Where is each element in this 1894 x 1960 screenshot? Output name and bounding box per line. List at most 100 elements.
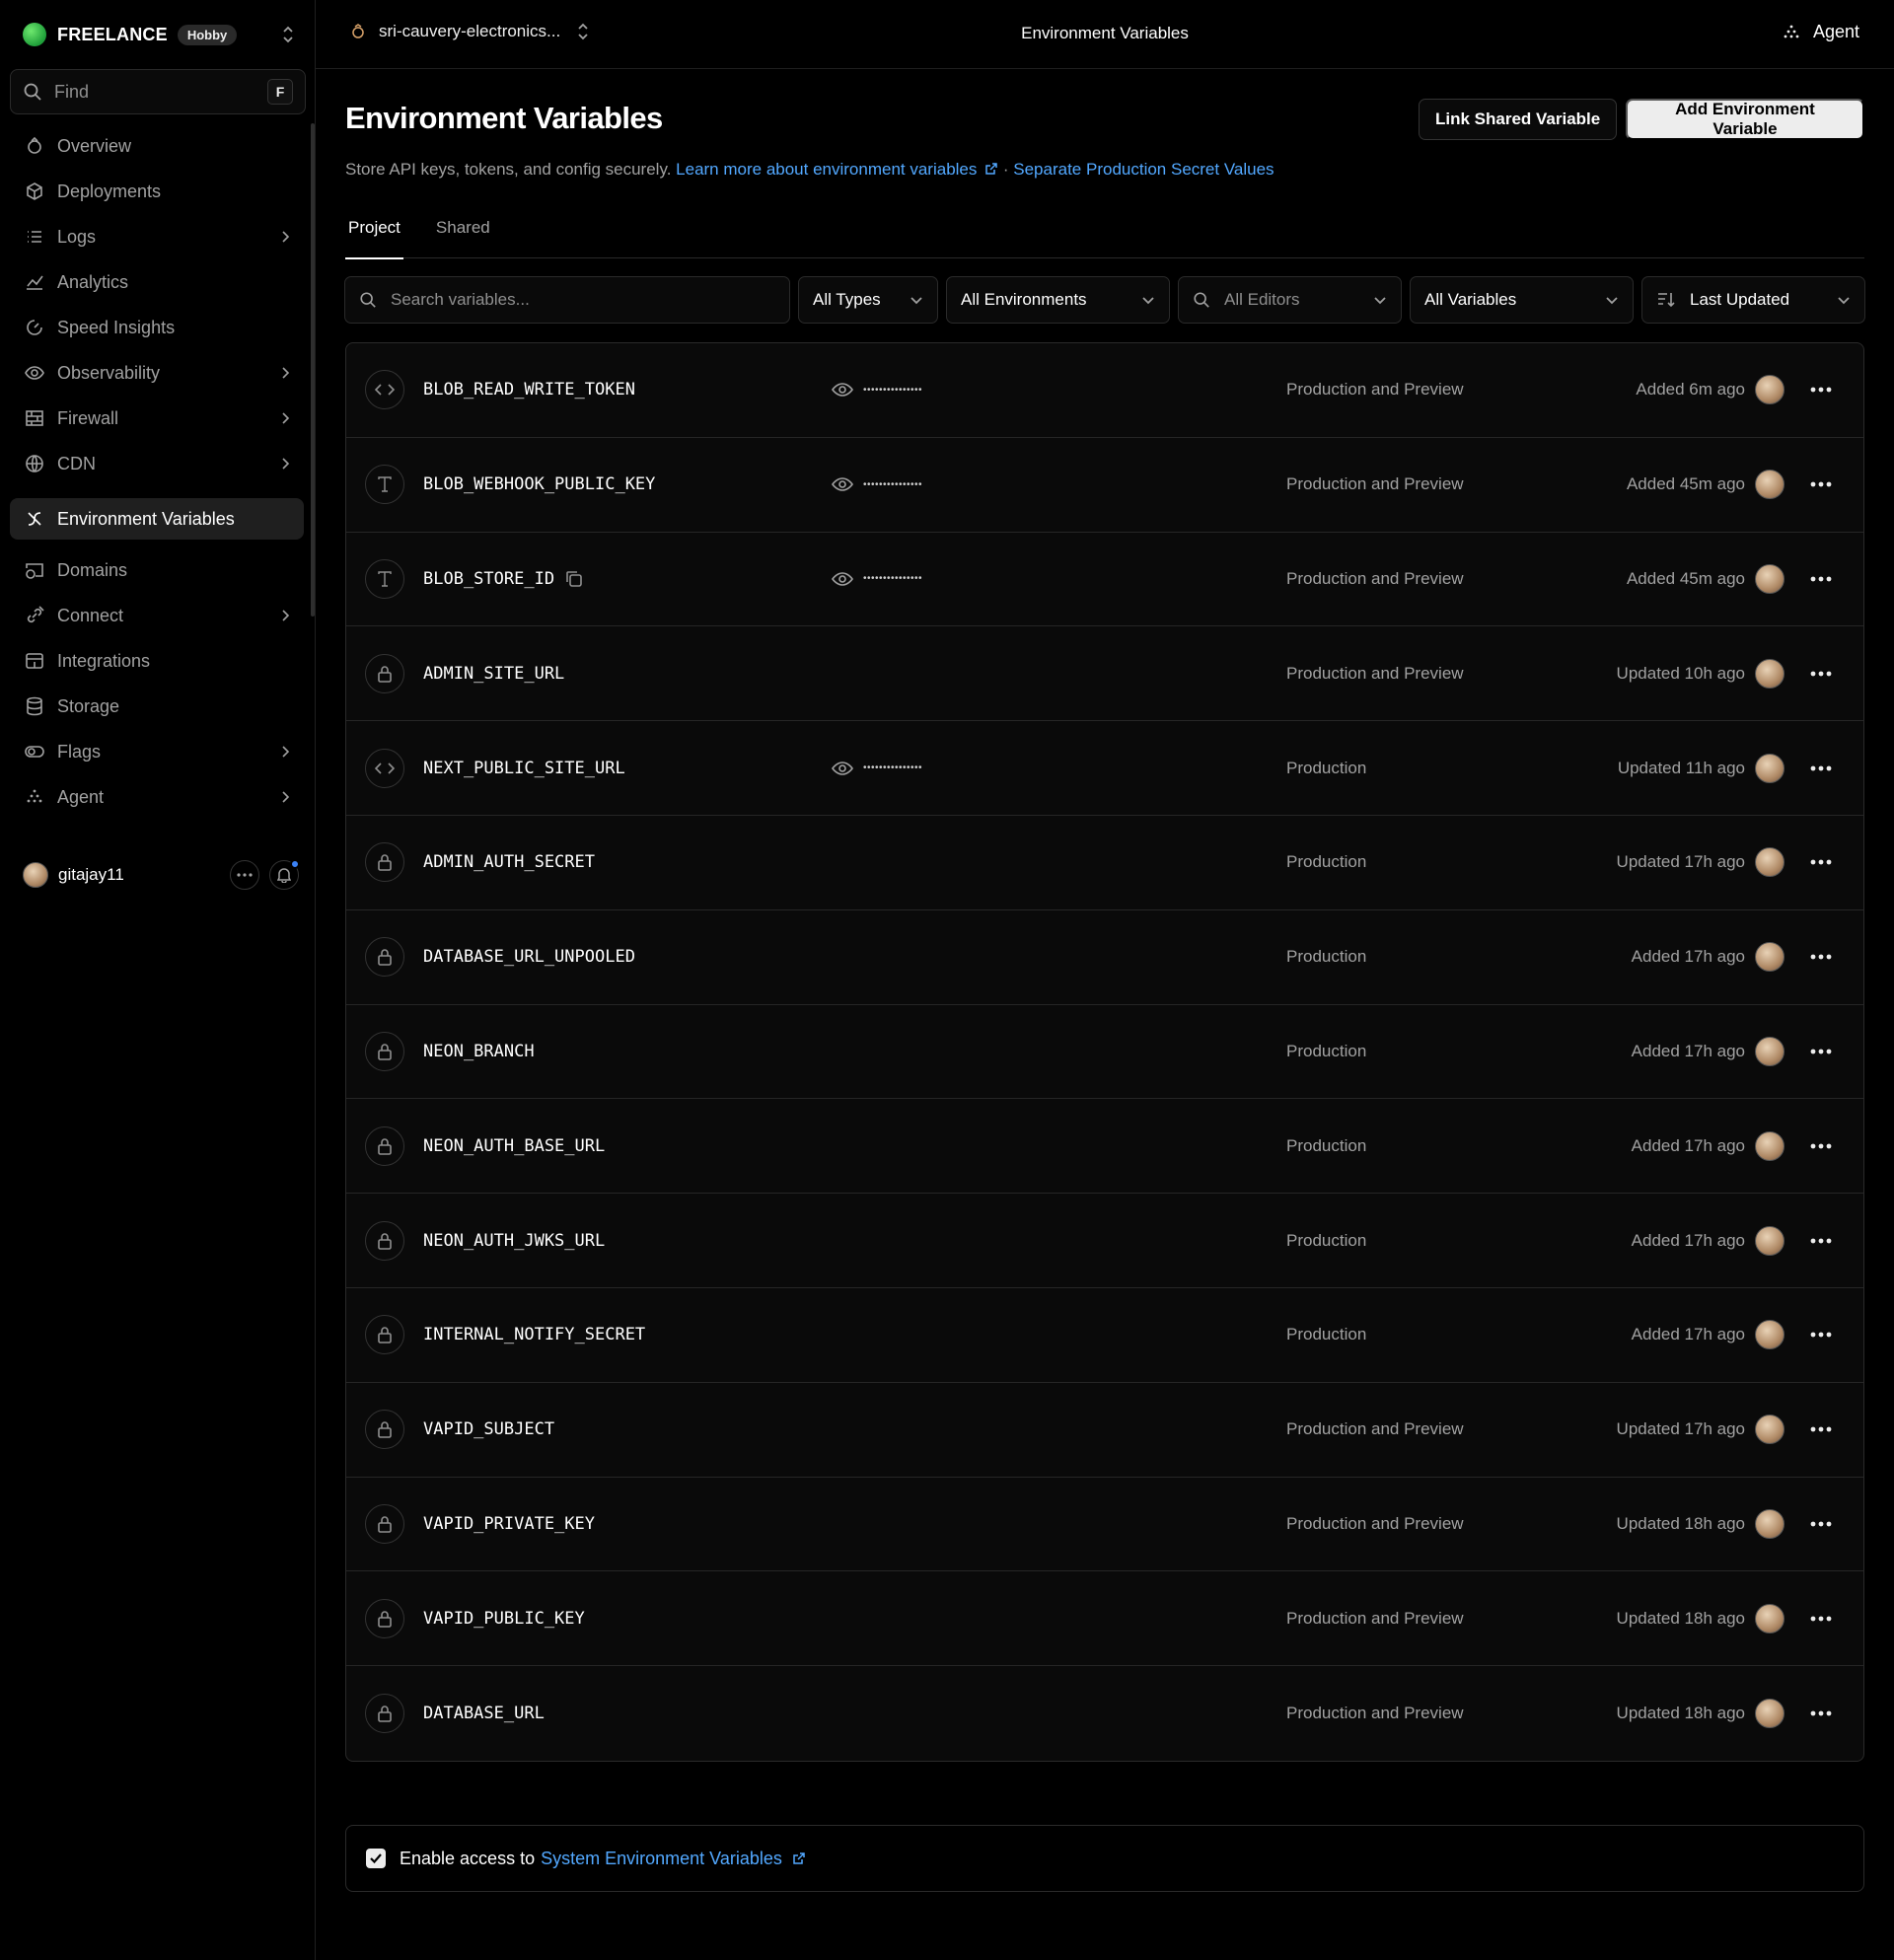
system-env-vars-link[interactable]: System Environment Variables [541, 1849, 806, 1869]
more-options-button[interactable] [1806, 659, 1836, 689]
env-var-row[interactable]: NEXT_PUBLIC_SITE_URL ••••••••••••••• Produ… [346, 721, 1863, 816]
sidebar-item-domains[interactable]: Domains [10, 549, 304, 591]
env-var-name[interactable]: DATABASE_URL [423, 1704, 545, 1723]
env-var-name[interactable]: ADMIN_SITE_URL [423, 664, 564, 684]
sidebar-item-overview[interactable]: Overview [10, 125, 304, 167]
env-var-row[interactable]: BLOB_WEBHOOK_PUBLIC_KEY ••••••••••••••• Pr… [346, 438, 1863, 533]
more-options-button[interactable] [1806, 1509, 1836, 1539]
eye-icon[interactable] [832, 382, 853, 398]
env-var-row[interactable]: DATABASE_URL Production and Preview Update… [346, 1666, 1863, 1761]
environments-select[interactable]: All Environments [946, 276, 1170, 324]
notifications-button[interactable] [269, 859, 300, 890]
tab-shared[interactable]: Shared [433, 197, 493, 258]
sidebar-item-speed-insights[interactable]: Speed Insights [10, 307, 304, 348]
env-var-row[interactable]: BLOB_READ_WRITE_TOKEN ••••••••••••••• Prod… [346, 343, 1863, 438]
editors-select[interactable]: All Editors [1178, 276, 1402, 324]
env-var-updated: Added 45m ago [1626, 474, 1745, 494]
env-var-name[interactable]: ADMIN_AUTH_SECRET [423, 852, 595, 872]
masked-value[interactable]: ••••••••••••••• [832, 382, 922, 398]
env-var-updated: Updated 11h ago [1617, 758, 1745, 777]
env-var-row[interactable]: ADMIN_SITE_URL Production and Preview Upda… [346, 626, 1863, 722]
more-options-button[interactable] [1806, 564, 1836, 594]
sidebar-item-cdn[interactable]: CDN [10, 443, 304, 484]
sidebar-item-agent[interactable]: Agent [10, 776, 304, 818]
masked-value[interactable]: ••••••••••••••• [832, 761, 922, 776]
env-var-name[interactable]: DATABASE_URL_UNPOOLED [423, 947, 635, 967]
separate-secrets-link[interactable]: Separate Production Secret Values [1013, 160, 1274, 179]
deployments-icon [24, 181, 45, 202]
tab-project[interactable]: Project [345, 197, 403, 259]
agent-label: Agent [1812, 22, 1859, 41]
env-var-row[interactable]: NEON_AUTH_JWKS_URL Production Added 17h ag… [346, 1194, 1863, 1288]
copy-icon[interactable] [564, 569, 584, 589]
more-options-button[interactable] [1806, 1604, 1836, 1633]
more-options-button[interactable] [1806, 1415, 1836, 1444]
env-var-row[interactable]: BLOB_STORE_ID ••••••••••••••• Production a… [346, 533, 1863, 627]
more-options-button[interactable] [1806, 942, 1836, 972]
find-input[interactable]: Find F [10, 69, 306, 114]
env-var-name[interactable]: BLOB_STORE_ID [423, 569, 584, 589]
sidebar-item-connect[interactable]: Connect [10, 595, 304, 636]
variable-search-input[interactable]: Search variables... [344, 276, 790, 324]
more-options-button[interactable] [1806, 1037, 1836, 1066]
sidebar-item-logs[interactable]: Logs [10, 216, 304, 257]
env-var-name[interactable]: VAPID_SUBJECT [423, 1419, 554, 1439]
system-env-vars-checkbox[interactable] [366, 1849, 386, 1868]
env-var-name[interactable]: NEON_AUTH_BASE_URL [423, 1136, 605, 1156]
more-options-button[interactable] [1806, 1226, 1836, 1256]
sidebar-item-environment-variables[interactable]: Environment Variables [10, 498, 304, 540]
more-options-button[interactable] [1806, 375, 1836, 404]
sidebar-item-firewall[interactable]: Firewall [10, 398, 304, 439]
team-switcher[interactable]: FREELANCE Hobby [23, 22, 295, 47]
env-var-row[interactable]: NEON_AUTH_BASE_URL Production Added 17h ag… [346, 1099, 1863, 1195]
sidebar-item-deployments[interactable]: Deployments [10, 171, 304, 212]
env-var-row[interactable]: ADMIN_AUTH_SECRET Production Updated 17h a… [346, 816, 1863, 910]
env-var-name[interactable]: INTERNAL_NOTIFY_SECRET [423, 1325, 645, 1344]
env-var-row[interactable]: VAPID_SUBJECT Production and Preview Updat… [346, 1383, 1863, 1478]
env-var-name[interactable]: NEXT_PUBLIC_SITE_URL [423, 759, 625, 778]
add-environment-variable-button[interactable]: Add Environment Variable [1626, 99, 1864, 140]
link-shared-variable-button[interactable]: Link Shared Variable [1419, 99, 1618, 140]
env-var-name[interactable]: NEON_BRANCH [423, 1042, 535, 1061]
masked-value[interactable]: ••••••••••••••• [832, 571, 922, 587]
variables-select[interactable]: All Variables [1410, 276, 1634, 324]
env-var-name[interactable]: BLOB_READ_WRITE_TOKEN [423, 380, 635, 399]
env-var-name[interactable]: VAPID_PRIVATE_KEY [423, 1514, 595, 1534]
more-options-button[interactable] [230, 860, 259, 890]
sort-select[interactable]: Last Updated [1641, 276, 1865, 324]
sidebar-item-storage[interactable]: Storage [10, 686, 304, 727]
find-placeholder: Find [54, 81, 90, 102]
env-var-name[interactable]: NEON_AUTH_JWKS_URL [423, 1231, 605, 1251]
env-var-row[interactable]: VAPID_PUBLIC_KEY Production and Preview Up… [346, 1571, 1863, 1667]
agent-icon [1782, 24, 1801, 41]
env-var-row[interactable]: INTERNAL_NOTIFY_SECRET Production Added 17… [346, 1288, 1863, 1383]
avatar [1755, 563, 1785, 594]
notification-dot [290, 859, 300, 869]
eye-icon[interactable] [832, 761, 853, 776]
more-options-button[interactable] [1806, 1320, 1836, 1349]
more-options-button[interactable] [1806, 754, 1836, 783]
sidebar-item-observability[interactable]: Observability [10, 352, 304, 394]
masked-value[interactable]: ••••••••••••••• [832, 476, 922, 492]
more-options-button[interactable] [1806, 470, 1836, 499]
sidebar-item-analytics[interactable]: Analytics [10, 261, 304, 303]
types-select[interactable]: All Types [798, 276, 938, 324]
chevron-up-down-icon[interactable] [281, 25, 295, 44]
learn-more-link[interactable]: Learn more about environment variables [676, 160, 1003, 179]
env-var-environments: Production [1286, 1230, 1367, 1250]
more-options-button[interactable] [1806, 1699, 1836, 1728]
env-var-row[interactable]: VAPID_PRIVATE_KEY Production and Preview U… [346, 1478, 1863, 1572]
env-var-row[interactable]: DATABASE_URL_UNPOOLED Production Added 17h… [346, 910, 1863, 1005]
more-options-button[interactable] [1806, 1131, 1836, 1161]
agent-button[interactable]: Agent [1782, 22, 1859, 42]
env-var-name[interactable]: VAPID_PUBLIC_KEY [423, 1609, 585, 1629]
env-var-row[interactable]: NEON_BRANCH Production Added 17h ago [346, 1005, 1863, 1100]
eye-icon[interactable] [832, 571, 853, 587]
env-var-name[interactable]: BLOB_WEBHOOK_PUBLIC_KEY [423, 474, 655, 494]
sidebar-scrollbar[interactable] [311, 123, 315, 617]
user-menu[interactable]: gitajay11 [23, 859, 300, 890]
eye-icon[interactable] [832, 476, 853, 492]
sidebar-item-integrations[interactable]: Integrations [10, 640, 304, 682]
sidebar-item-flags[interactable]: Flags [10, 731, 304, 772]
more-options-button[interactable] [1806, 847, 1836, 877]
